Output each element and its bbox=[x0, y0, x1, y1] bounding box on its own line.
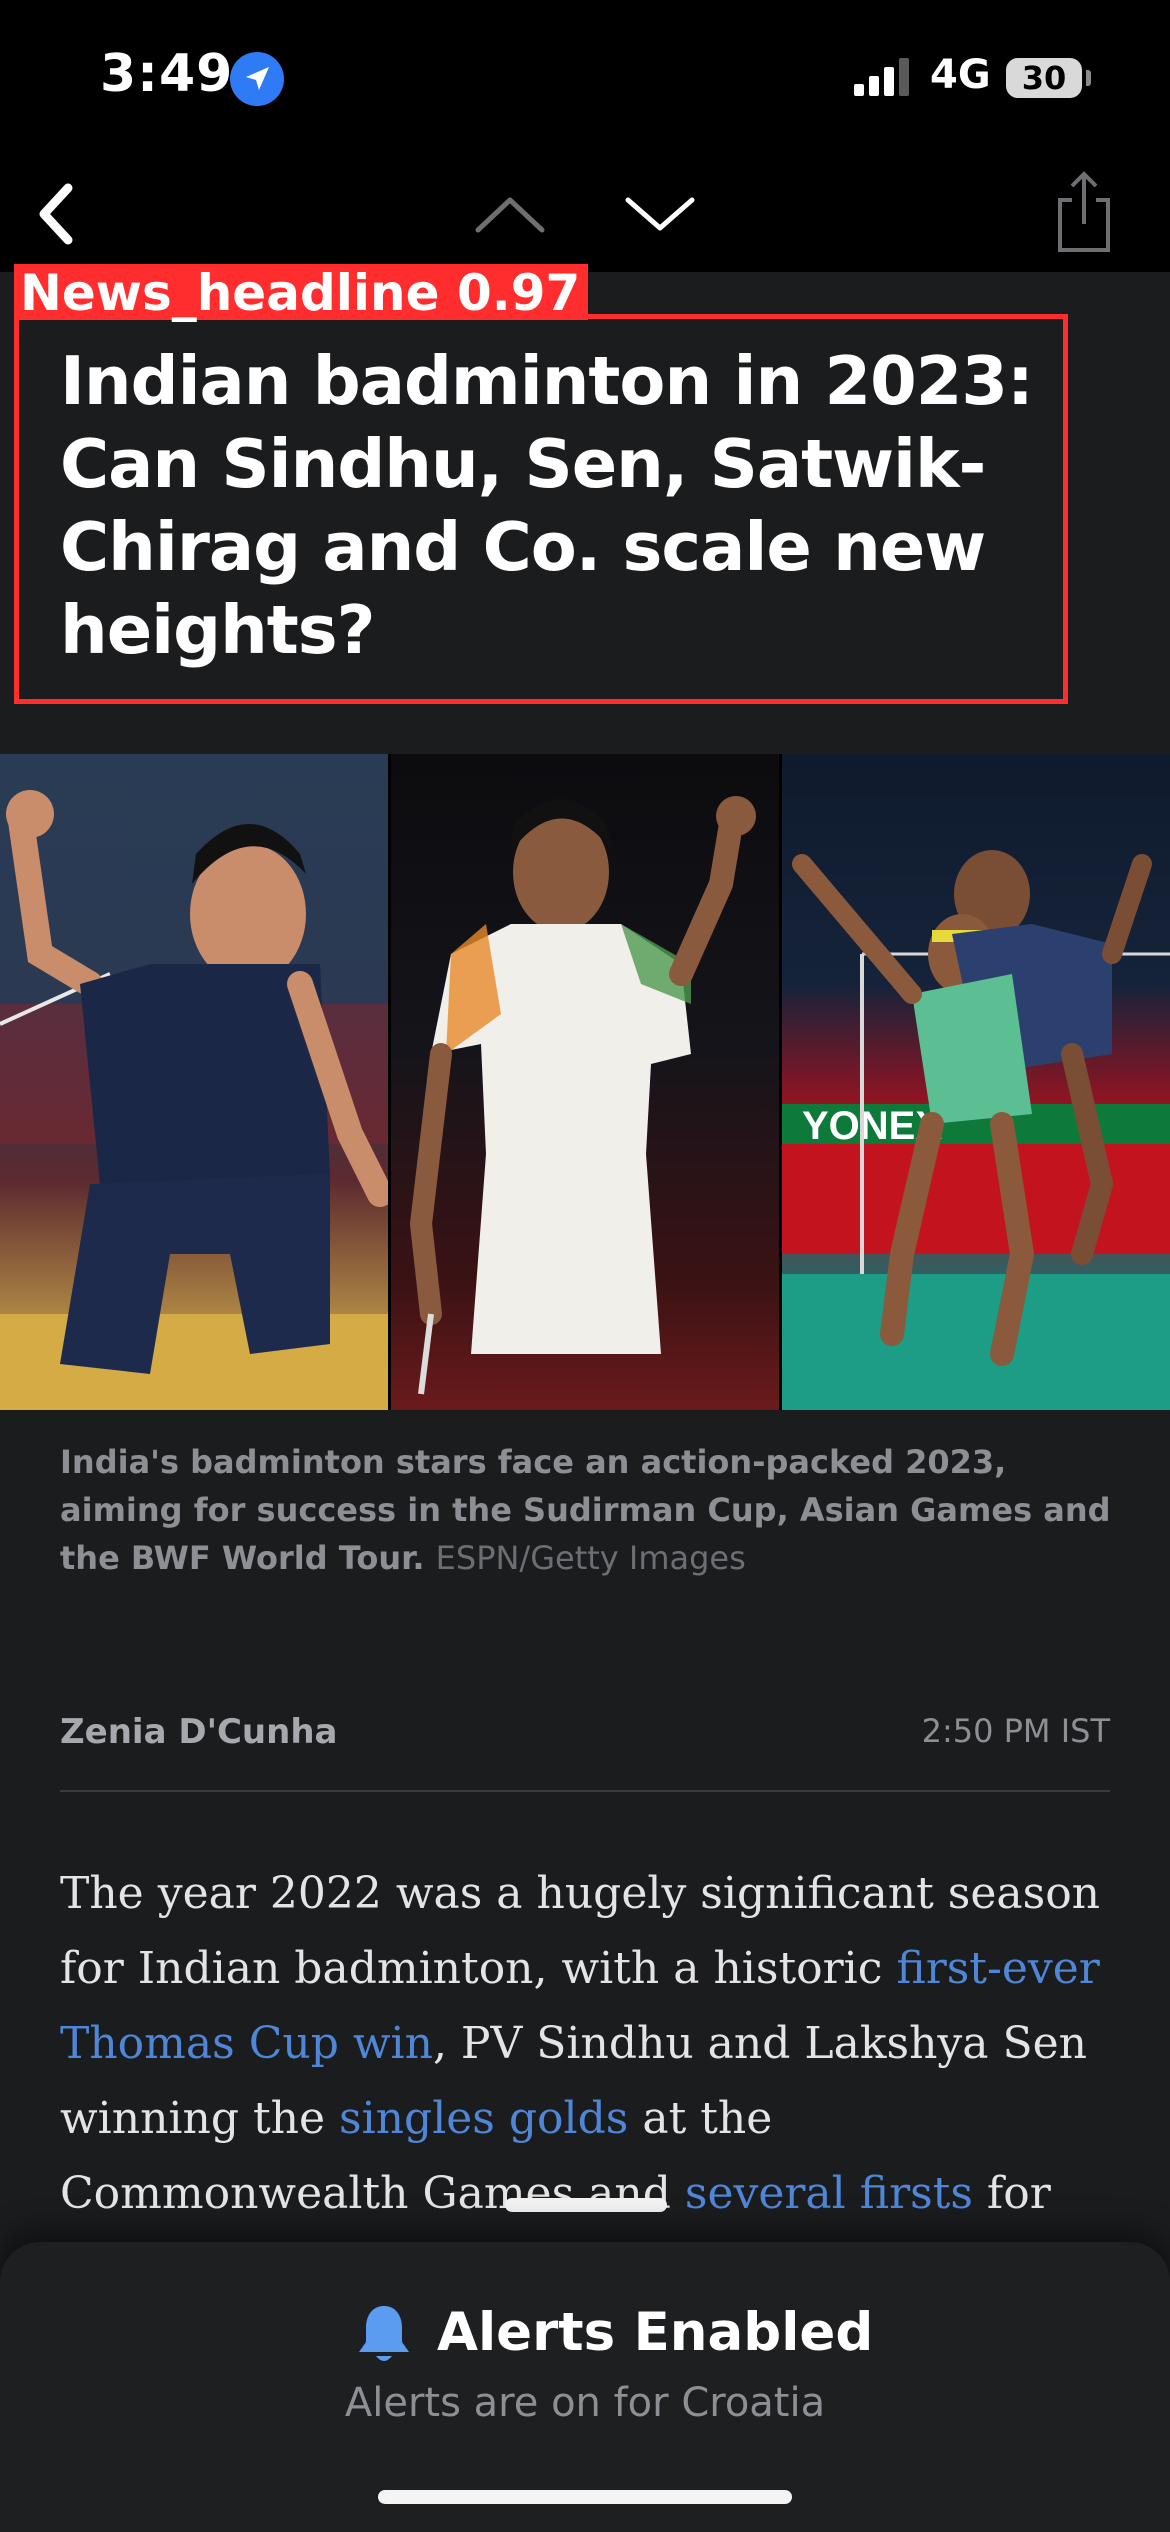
previous-article-button[interactable] bbox=[470, 178, 550, 248]
singles-golds-link[interactable]: singles golds bbox=[339, 2093, 628, 2144]
back-button[interactable] bbox=[20, 174, 100, 254]
byline-divider bbox=[60, 1790, 1110, 1792]
share-button[interactable] bbox=[1044, 166, 1124, 256]
detection-label: News_headline 0.97 bbox=[14, 264, 589, 322]
back-chevron-icon bbox=[39, 183, 73, 245]
network-label: 4G bbox=[930, 52, 991, 98]
author-name[interactable]: Zenia D'Cunha bbox=[60, 1712, 338, 1752]
share-icon bbox=[1058, 171, 1110, 252]
hero-image-panel bbox=[391, 754, 779, 1410]
battery-icon: 30 bbox=[1006, 58, 1082, 98]
image-caption: India's badminton stars face an action-p… bbox=[60, 1438, 1120, 1582]
article-headline: Indian badminton in 2023: Can Sindhu, Se… bbox=[60, 342, 1034, 669]
status-bar: 3:49 4G 30 bbox=[0, 0, 1170, 160]
home-indicator[interactable] bbox=[378, 2490, 792, 2504]
alert-title: Alerts Enabled bbox=[437, 2302, 874, 2363]
battery-tip bbox=[1086, 70, 1091, 86]
alert-subtitle: Alerts are on for Croatia bbox=[344, 2380, 826, 2426]
chevron-down-icon bbox=[625, 197, 695, 231]
bell-icon bbox=[359, 2306, 409, 2361]
article-body: The year 2022 was a hugely significant s… bbox=[60, 1856, 1120, 2306]
several-firsts-link[interactable]: several firsts bbox=[685, 2168, 973, 2219]
status-time: 3:49 bbox=[100, 44, 234, 104]
cellular-signal-icon bbox=[854, 58, 909, 96]
image-credit: ESPN/Getty Images bbox=[435, 1539, 746, 1577]
sheet-grabber[interactable] bbox=[505, 2198, 667, 2212]
article-nav-bar bbox=[0, 160, 1170, 272]
byline: Zenia D'Cunha 2:50 PM IST bbox=[60, 1708, 1110, 1768]
chevron-up-icon bbox=[475, 197, 545, 233]
hero-image-panel bbox=[0, 754, 388, 1410]
publish-time: 2:50 PM IST bbox=[921, 1712, 1110, 1750]
battery-level: 30 bbox=[1021, 59, 1067, 97]
hero-image-panel: YONEX bbox=[782, 754, 1170, 1410]
next-article-button[interactable] bbox=[620, 178, 700, 248]
article: News_headline 0.97 Indian badminton in 2… bbox=[0, 264, 1170, 2532]
hero-image[interactable]: YONEX bbox=[0, 754, 1170, 1410]
alerts-enabled-sheet[interactable]: Alerts Enabled Alerts are on for Croatia bbox=[0, 2242, 1170, 2532]
location-arrow-icon bbox=[230, 52, 284, 106]
